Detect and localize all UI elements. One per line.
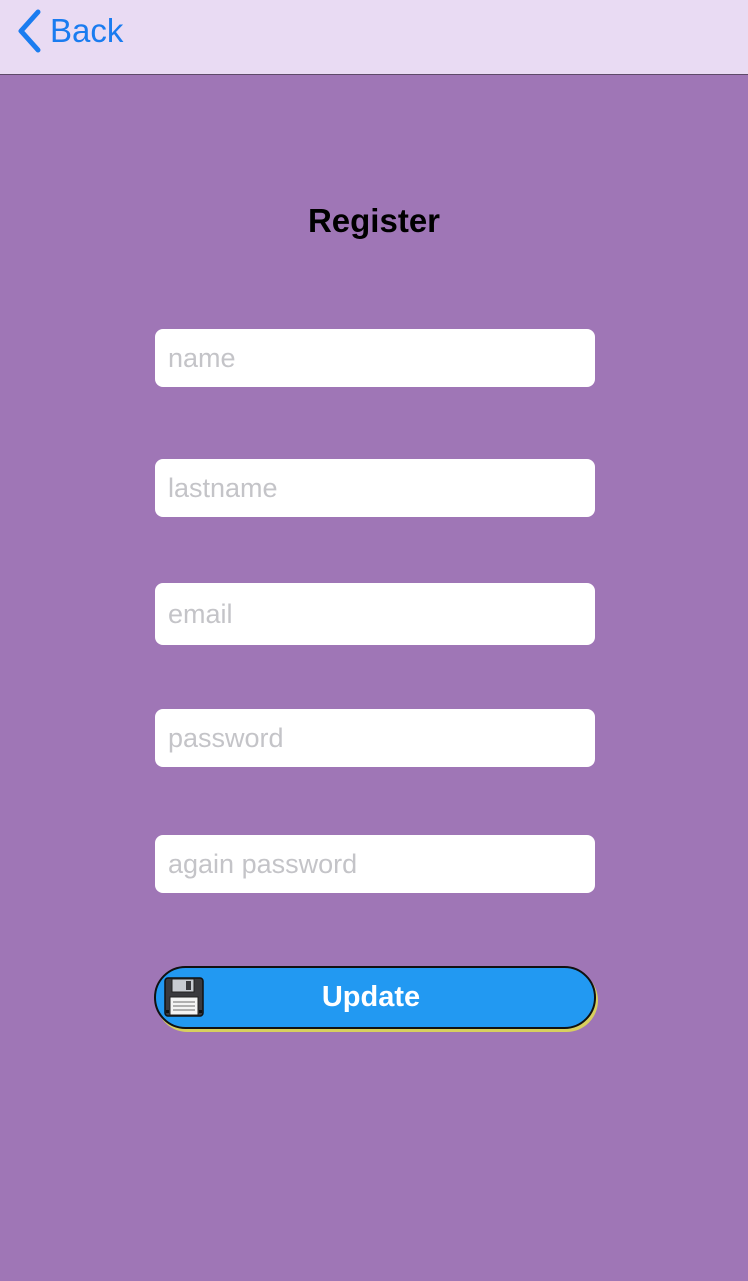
password-field[interactable]: [155, 709, 595, 767]
back-button[interactable]: Back: [14, 8, 123, 54]
back-label: Back: [50, 12, 124, 49]
update-button[interactable]: Update: [154, 966, 596, 1029]
email-field[interactable]: [155, 583, 595, 645]
page-title: Register: [307, 202, 441, 239]
navigation-bar: Back: [0, 0, 748, 75]
update-button-label: Update: [321, 981, 421, 1013]
chevron-left-icon: [18, 9, 41, 53]
name-field[interactable]: [155, 329, 595, 387]
lastname-field[interactable]: [155, 459, 595, 517]
again-password-field[interactable]: [155, 835, 595, 893]
